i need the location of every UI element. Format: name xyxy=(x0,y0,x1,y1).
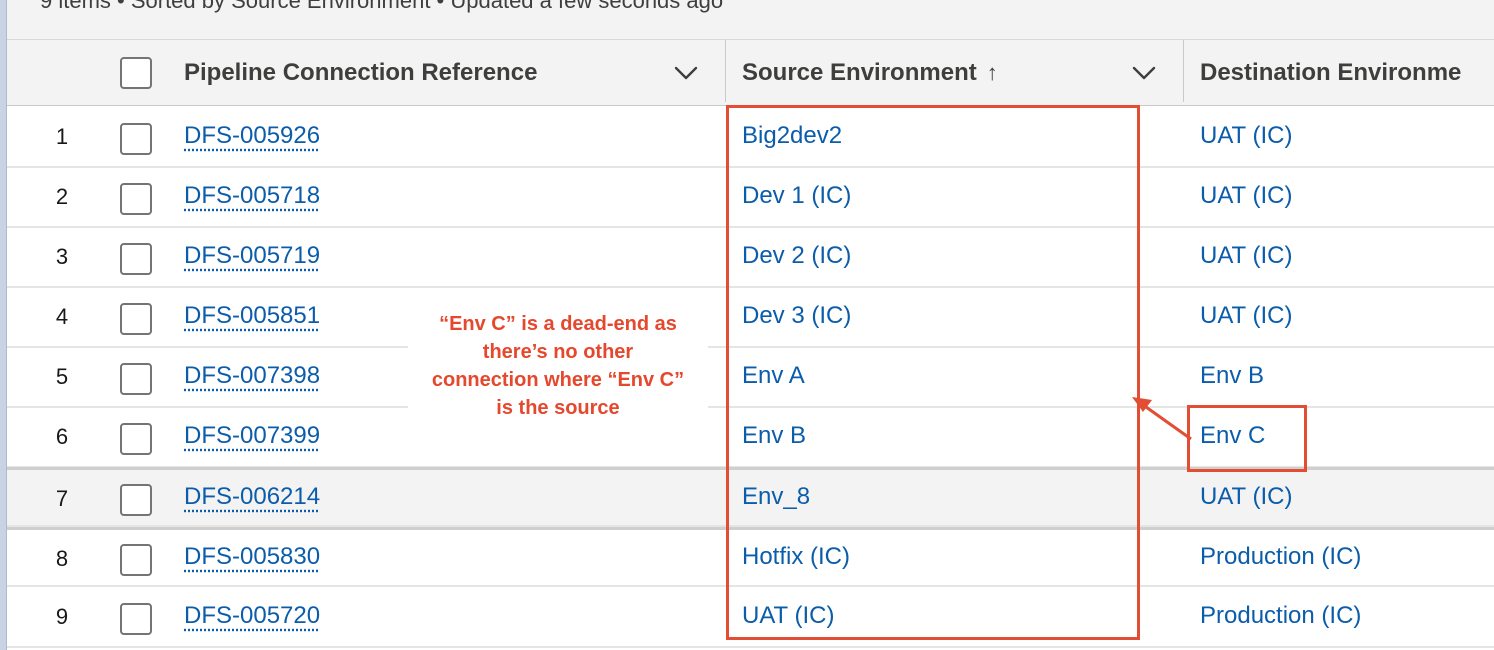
list-status-text: 9 items • Sorted by Source Environment •… xyxy=(40,0,724,13)
select-all-checkbox[interactable] xyxy=(120,57,152,89)
annotation-line: connection where “Env C” xyxy=(431,369,685,391)
row-select-checkbox[interactable] xyxy=(120,183,152,215)
destination-environment-link[interactable]: UAT (IC) xyxy=(1200,242,1292,270)
row-number: 8 xyxy=(55,546,69,571)
row-select-checkbox[interactable] xyxy=(120,123,152,155)
annotation-line: is the source xyxy=(496,397,620,419)
row-number: 4 xyxy=(55,304,69,329)
column-resize-handle[interactable] xyxy=(1183,40,1184,102)
destination-environment-link[interactable]: Production (IC) xyxy=(1200,602,1361,630)
row-select-checkbox[interactable] xyxy=(120,544,152,576)
destination-environment-link[interactable]: UAT (IC) xyxy=(1200,122,1292,150)
column-header-pipeline-connection-reference[interactable]: Pipeline Connection Reference xyxy=(184,40,664,106)
connection-reference-link[interactable]: DFS-005718 xyxy=(184,182,320,210)
column-header-source-environment[interactable]: Source Environment ↑ xyxy=(742,40,1122,106)
env-c-highlight-box xyxy=(1187,405,1307,472)
destination-environment-link[interactable]: UAT (IC) xyxy=(1200,182,1292,210)
row-number: 1 xyxy=(55,124,69,149)
list-status-bar: 9 items • Sorted by Source Environment •… xyxy=(7,0,1494,40)
row-number: 7 xyxy=(55,486,69,511)
row-select-checkbox[interactable] xyxy=(120,243,152,275)
row-select-checkbox[interactable] xyxy=(120,603,152,635)
annotation-callout: “Env C” is a dead-end as there’s no othe… xyxy=(408,300,708,419)
connection-reference-link[interactable]: DFS-007399 xyxy=(184,422,320,450)
row-select-checkbox[interactable] xyxy=(120,423,152,455)
column-header-label: Pipeline Connection Reference xyxy=(184,59,538,86)
connection-reference-link[interactable]: DFS-005719 xyxy=(184,242,320,270)
column-header-label: Destination Environme xyxy=(1200,59,1462,86)
connection-reference-link[interactable]: DFS-005720 xyxy=(184,602,320,630)
chevron-down-icon[interactable] xyxy=(673,60,699,86)
annotation-line: there’s no other xyxy=(482,341,634,363)
destination-environment-link[interactable]: Production (IC) xyxy=(1200,543,1361,571)
row-number: 3 xyxy=(55,244,69,269)
destination-environment-link[interactable]: Env B xyxy=(1200,362,1264,390)
connection-reference-link[interactable]: DFS-005851 xyxy=(184,302,320,330)
row-number: 2 xyxy=(55,184,69,209)
destination-environment-link[interactable]: UAT (IC) xyxy=(1200,302,1292,330)
column-resize-handle[interactable] xyxy=(725,40,726,102)
table-header: Pipeline Connection Reference Source Env… xyxy=(7,40,1494,106)
row-select-checkbox[interactable] xyxy=(120,363,152,395)
row-number: 5 xyxy=(55,364,69,389)
source-column-highlight-box xyxy=(726,105,1140,640)
row-number: 9 xyxy=(55,604,69,629)
destination-environment-link[interactable]: UAT (IC) xyxy=(1200,483,1292,511)
connection-reference-link[interactable]: DFS-005830 xyxy=(184,543,320,571)
left-panel-edge xyxy=(0,0,7,650)
row-number: 6 xyxy=(55,424,69,449)
arrow-up-icon: ↑ xyxy=(986,60,998,85)
connection-reference-link[interactable]: DFS-006214 xyxy=(184,483,320,511)
connection-reference-link[interactable]: DFS-005926 xyxy=(184,122,320,150)
chevron-down-icon[interactable] xyxy=(1131,60,1157,86)
column-header-destination-environment[interactable]: Destination Environme xyxy=(1200,40,1494,106)
annotation-line: “Env C” is a dead-end as xyxy=(439,313,677,335)
row-select-checkbox[interactable] xyxy=(120,484,152,516)
connection-reference-link[interactable]: DFS-007398 xyxy=(184,362,320,390)
row-select-checkbox[interactable] xyxy=(120,303,152,335)
column-header-label: Source Environment xyxy=(742,59,977,86)
